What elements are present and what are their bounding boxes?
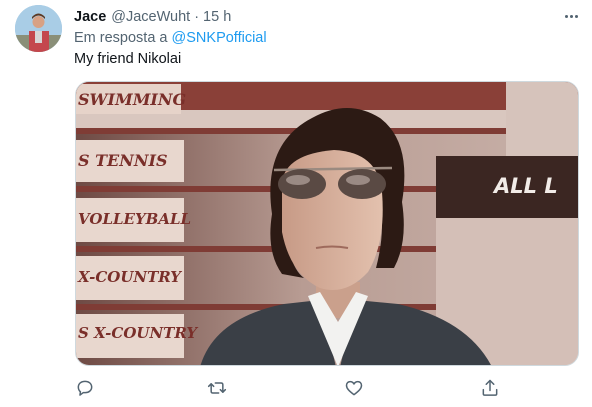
tweet-actions <box>0 372 592 404</box>
heart-icon[interactable] <box>344 378 364 398</box>
sign-label: VOLLEYBALL <box>78 210 191 228</box>
media-photo: ALL L SWIMMING S TENNIS VOLLEYBALL X-COU… <box>76 82 578 365</box>
reply-mention-link[interactable]: @SNKPofficial <box>172 30 267 46</box>
avatar[interactable] <box>15 5 62 52</box>
sign-label: S X-COUNTRY <box>78 324 198 342</box>
reply-icon[interactable] <box>75 378 95 398</box>
tweet[interactable]: Jace @JaceWuht · 15 h Em resposta a @SNK… <box>0 0 592 407</box>
author-name[interactable]: Jace <box>74 9 106 25</box>
separator-dot: · <box>194 9 200 25</box>
timestamp[interactable]: 15 h <box>203 9 231 25</box>
reply-context: Em resposta a @SNKPofficial <box>74 30 267 48</box>
more-dot <box>569 14 573 18</box>
right-sign-text: ALL L <box>492 174 558 198</box>
share-icon[interactable] <box>480 378 500 398</box>
more-dot <box>564 14 568 18</box>
avatar-image <box>15 5 62 52</box>
tweet-text: My friend Nikolai <box>74 51 182 67</box>
sign-label: X-COUNTRY <box>77 268 182 286</box>
retweet-icon[interactable] <box>207 378 227 398</box>
author-handle[interactable]: @JaceWuht <box>111 9 190 25</box>
sign-label: S TENNIS <box>78 151 168 170</box>
sign-label: SWIMMING <box>78 90 186 109</box>
more-dot <box>574 14 578 18</box>
tweet-media[interactable]: ALL L SWIMMING S TENNIS VOLLEYBALL X-COU… <box>75 81 579 366</box>
more-horizontal-icon[interactable] <box>558 6 584 26</box>
reply-prefix: Em resposta a <box>74 30 168 46</box>
tweet-header: Jace @JaceWuht · 15 h <box>74 7 231 27</box>
